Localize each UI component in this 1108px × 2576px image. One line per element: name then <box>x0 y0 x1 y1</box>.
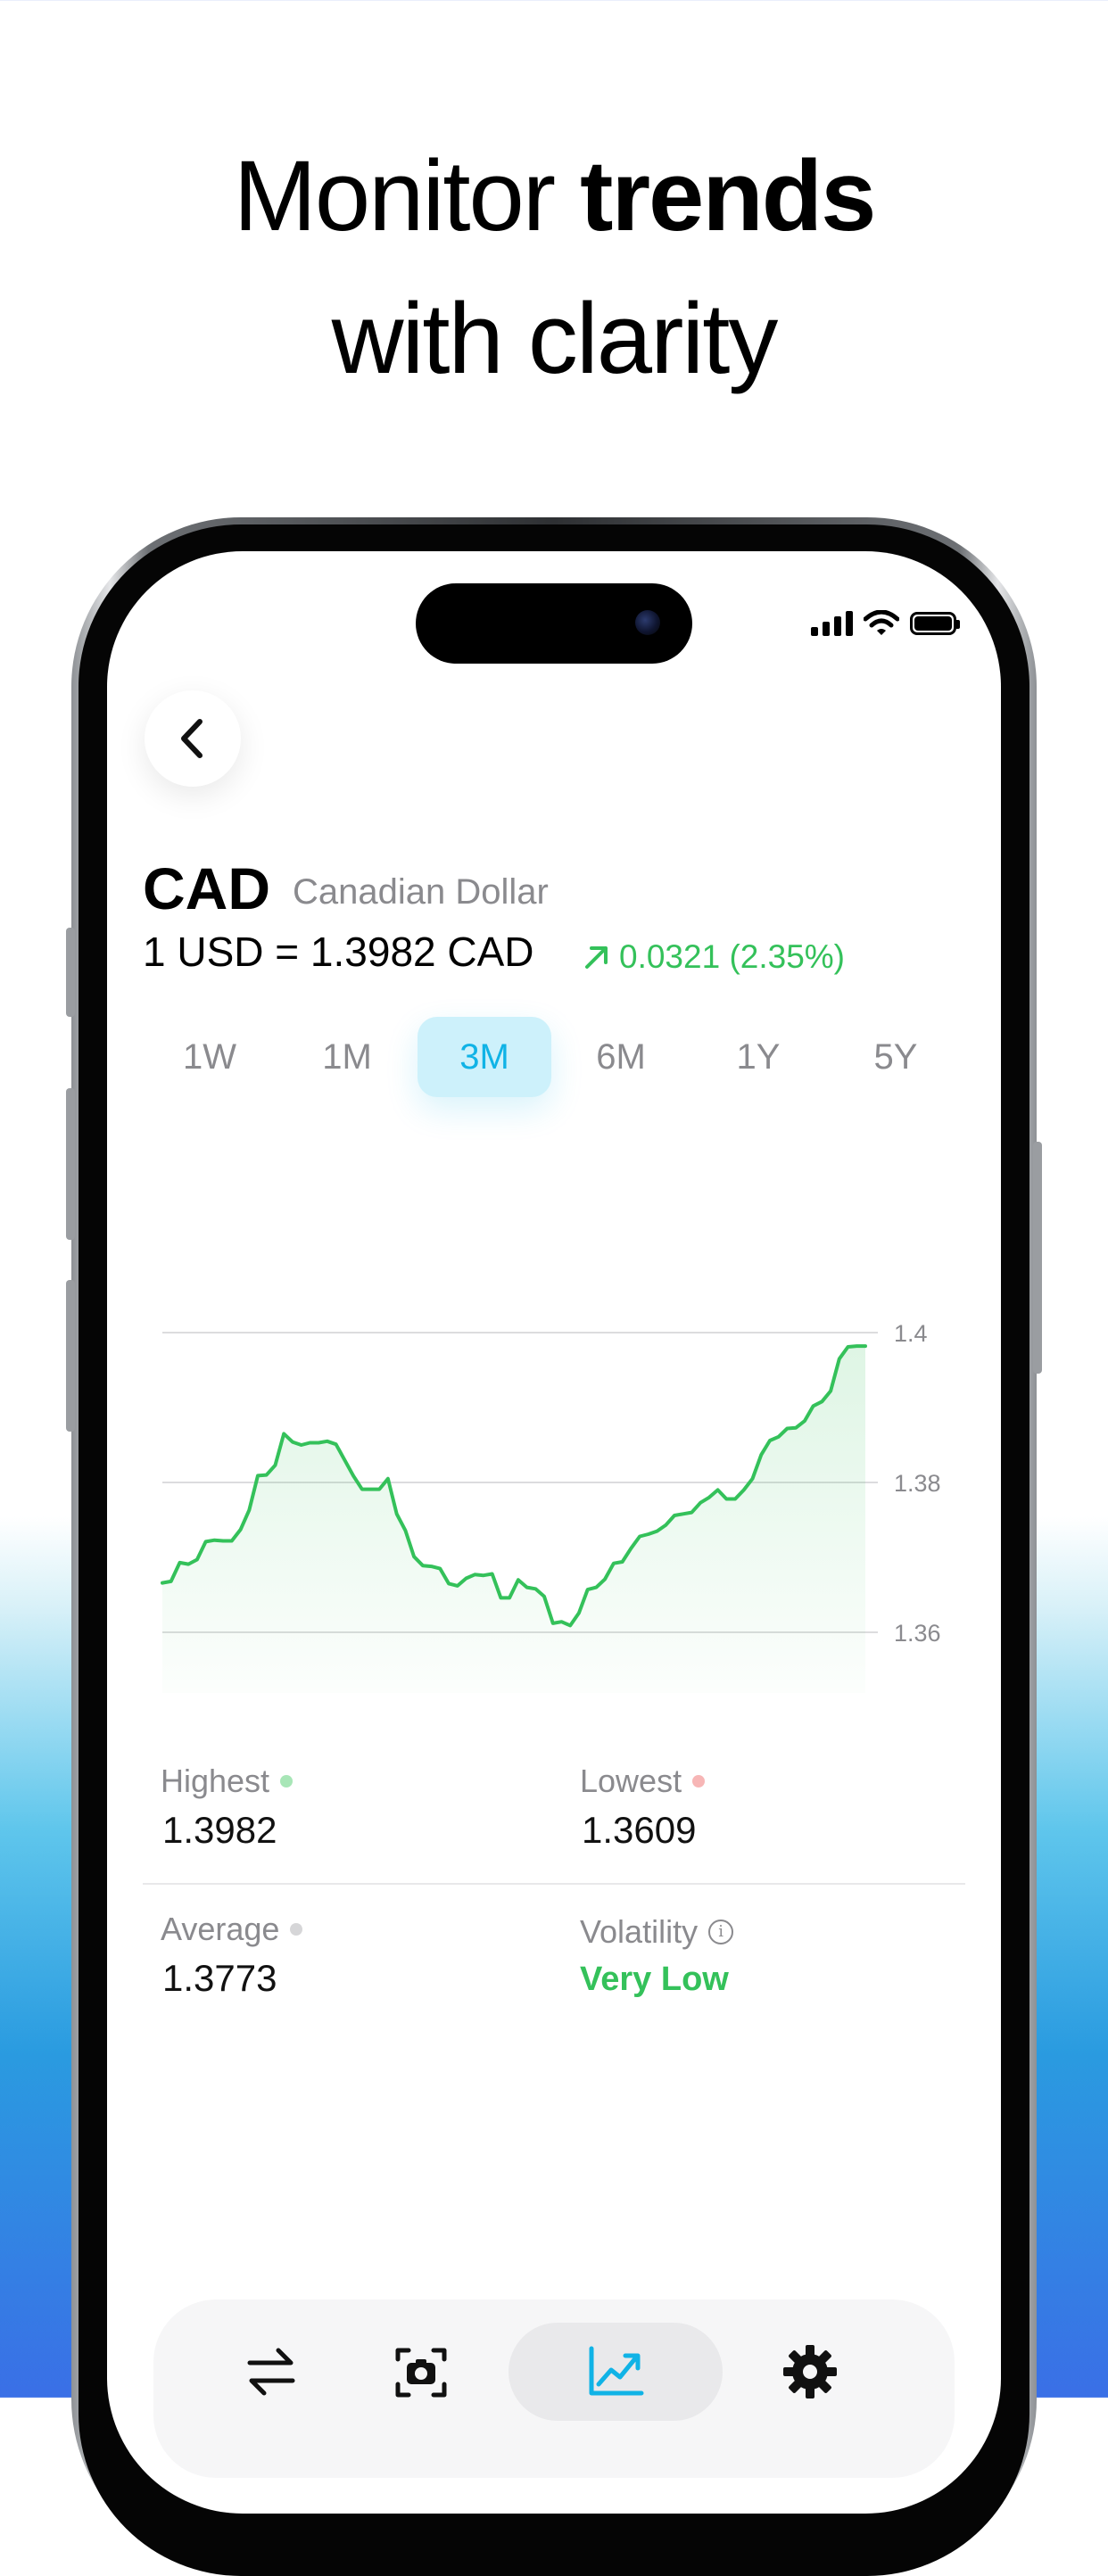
lowest-value: 1.3609 <box>582 1809 697 1851</box>
y-tick-label: 1.36 <box>894 1620 941 1647</box>
headline: Monitor trends with clarity <box>0 125 1108 410</box>
range-1w[interactable]: 1W <box>143 1017 277 1097</box>
highest-label-text: Highest <box>161 1763 270 1799</box>
average-dot <box>290 1923 303 1936</box>
status-bar <box>811 610 960 637</box>
highest-dot <box>280 1775 294 1788</box>
info-icon[interactable]: i <box>708 1920 734 1944</box>
tab-bar <box>153 2299 955 2478</box>
tab-settings[interactable] <box>748 2323 872 2421</box>
power-button <box>1033 1142 1042 1374</box>
dynamic-island <box>416 583 692 664</box>
currency-name: Canadian Dollar <box>293 872 549 912</box>
range-5y[interactable]: 5Y <box>829 1017 963 1097</box>
convert-icon <box>247 2348 295 2396</box>
headline-regular: Monitor <box>233 140 581 252</box>
camera-scan-icon <box>395 2348 447 2398</box>
phone-screen: CAD Canadian Dollar 1 USD = 1.3982 CAD 0… <box>107 551 1001 2514</box>
headline-bold: trends <box>580 140 876 252</box>
back-button[interactable] <box>145 690 241 787</box>
chart-area-fill <box>162 1346 865 1693</box>
range-3m[interactable]: 3M <box>418 1017 551 1097</box>
highest-value: 1.3982 <box>162 1809 277 1851</box>
camera-icon <box>635 610 660 635</box>
volume-down-button <box>66 1280 75 1432</box>
tab-convert[interactable] <box>209 2323 334 2421</box>
tab-trends[interactable] <box>509 2323 723 2421</box>
headline-line2: with clarity <box>331 283 779 394</box>
volatility-label-text: Volatility <box>580 1913 699 1950</box>
lowest-dot <box>692 1775 706 1788</box>
volume-up-button <box>66 1088 75 1240</box>
range-6m[interactable]: 6M <box>554 1017 688 1097</box>
rate-chart[interactable]: 1.41.381.36AprMayJun <box>143 1211 1001 1693</box>
lowest-label-text: Lowest <box>580 1763 682 1799</box>
range-selector: 1W 1M 3M 6M 1Y 5Y <box>143 1017 965 1097</box>
chevron-left-icon <box>181 719 203 758</box>
trend-chart-icon <box>589 2346 644 2396</box>
rate-change-value: 0.0321 (2.35%) <box>619 938 846 975</box>
battery-icon <box>910 612 960 635</box>
cellular-signal-icon <box>811 611 853 636</box>
volatility-label: Volatility i <box>580 1913 734 1951</box>
highest-label: Highest <box>161 1763 294 1800</box>
stats-divider <box>143 1883 965 1885</box>
tab-scan[interactable] <box>359 2323 484 2421</box>
volatility-value: Very Low <box>580 1961 729 1998</box>
action-button <box>66 928 75 1017</box>
wifi-icon <box>864 610 899 635</box>
y-tick-label: 1.4 <box>894 1320 928 1347</box>
lowest-label: Lowest <box>580 1763 706 1800</box>
exchange-rate: 1 USD = 1.3982 CAD <box>143 929 534 975</box>
range-1y[interactable]: 1Y <box>691 1017 825 1097</box>
rate-change: 0.0321 (2.35%) <box>582 938 845 976</box>
average-label-text: Average <box>161 1911 280 1947</box>
arrow-up-right-icon <box>585 946 608 969</box>
y-tick-label: 1.38 <box>894 1470 941 1497</box>
range-1m[interactable]: 1M <box>280 1017 414 1097</box>
average-value: 1.3773 <box>162 1957 277 1999</box>
average-label: Average <box>161 1911 303 1948</box>
currency-code: CAD <box>143 855 270 921</box>
gear-icon <box>783 2345 837 2398</box>
